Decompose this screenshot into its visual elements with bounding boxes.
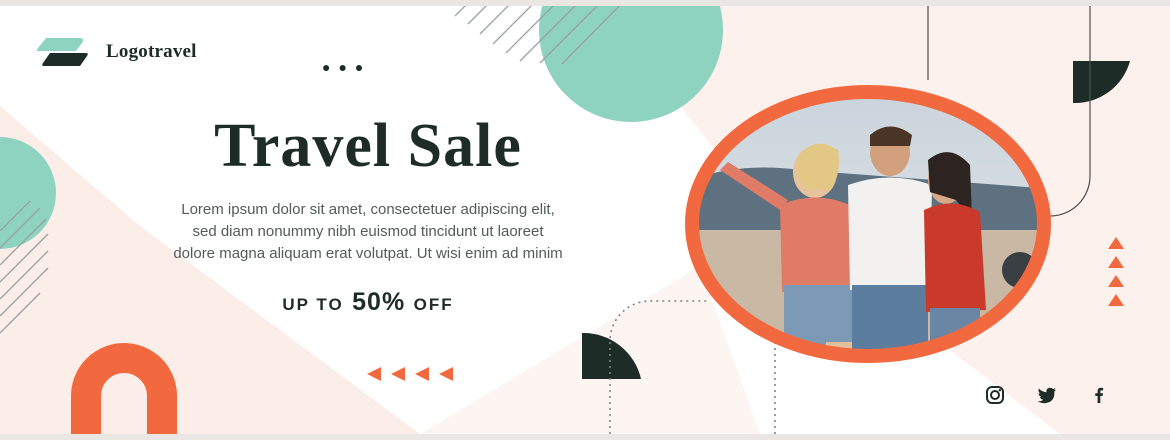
description-line: dolore magna aliquam erat volutpat. Ut w… bbox=[173, 245, 563, 262]
description-line: sed diam nonummy nibh euismod tincidunt … bbox=[192, 223, 544, 240]
description-line: Lorem ipsum dolor sit amet, consectetuer… bbox=[181, 201, 555, 218]
brand-logo[interactable]: Logotravel bbox=[36, 36, 197, 68]
travel-group-photo bbox=[685, 85, 1051, 363]
twitter-icon[interactable] bbox=[1036, 384, 1058, 406]
offer-text: UP TO 50% OFF bbox=[118, 288, 618, 317]
offer-prefix: UP TO bbox=[282, 295, 344, 314]
social-links bbox=[984, 384, 1110, 406]
facebook-icon[interactable] bbox=[1088, 384, 1110, 406]
description-text: Lorem ipsum dolor sit amet, consectetuer… bbox=[118, 199, 618, 265]
offer-suffix: OFF bbox=[413, 295, 454, 314]
travel-sale-banner: Logotravel ●●● Travel Sale Lorem ipsum d… bbox=[0, 6, 1170, 434]
dots-decoration: ●●● bbox=[322, 59, 372, 75]
offer-amount: 50% bbox=[352, 288, 406, 316]
brand-name: Logotravel bbox=[106, 41, 197, 62]
instagram-icon[interactable] bbox=[984, 384, 1006, 406]
page-title: Travel Sale bbox=[214, 112, 522, 180]
logo-mark-icon bbox=[37, 38, 88, 66]
